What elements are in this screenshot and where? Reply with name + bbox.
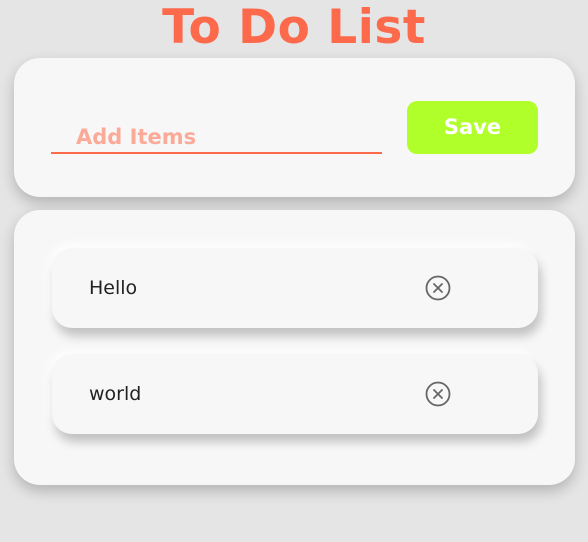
list-item-text: world <box>89 383 142 405</box>
list-item: world <box>52 354 538 434</box>
list-item: Hello <box>52 248 538 328</box>
add-item-card: Save <box>14 58 575 197</box>
add-item-input[interactable] <box>51 122 382 154</box>
page-title: To Do List <box>162 0 426 55</box>
todo-list: Hello world <box>14 210 575 485</box>
close-circle-icon[interactable] <box>425 275 451 301</box>
close-circle-icon[interactable] <box>425 381 451 407</box>
save-button[interactable]: Save <box>407 101 538 154</box>
list-item-text: Hello <box>89 277 138 299</box>
